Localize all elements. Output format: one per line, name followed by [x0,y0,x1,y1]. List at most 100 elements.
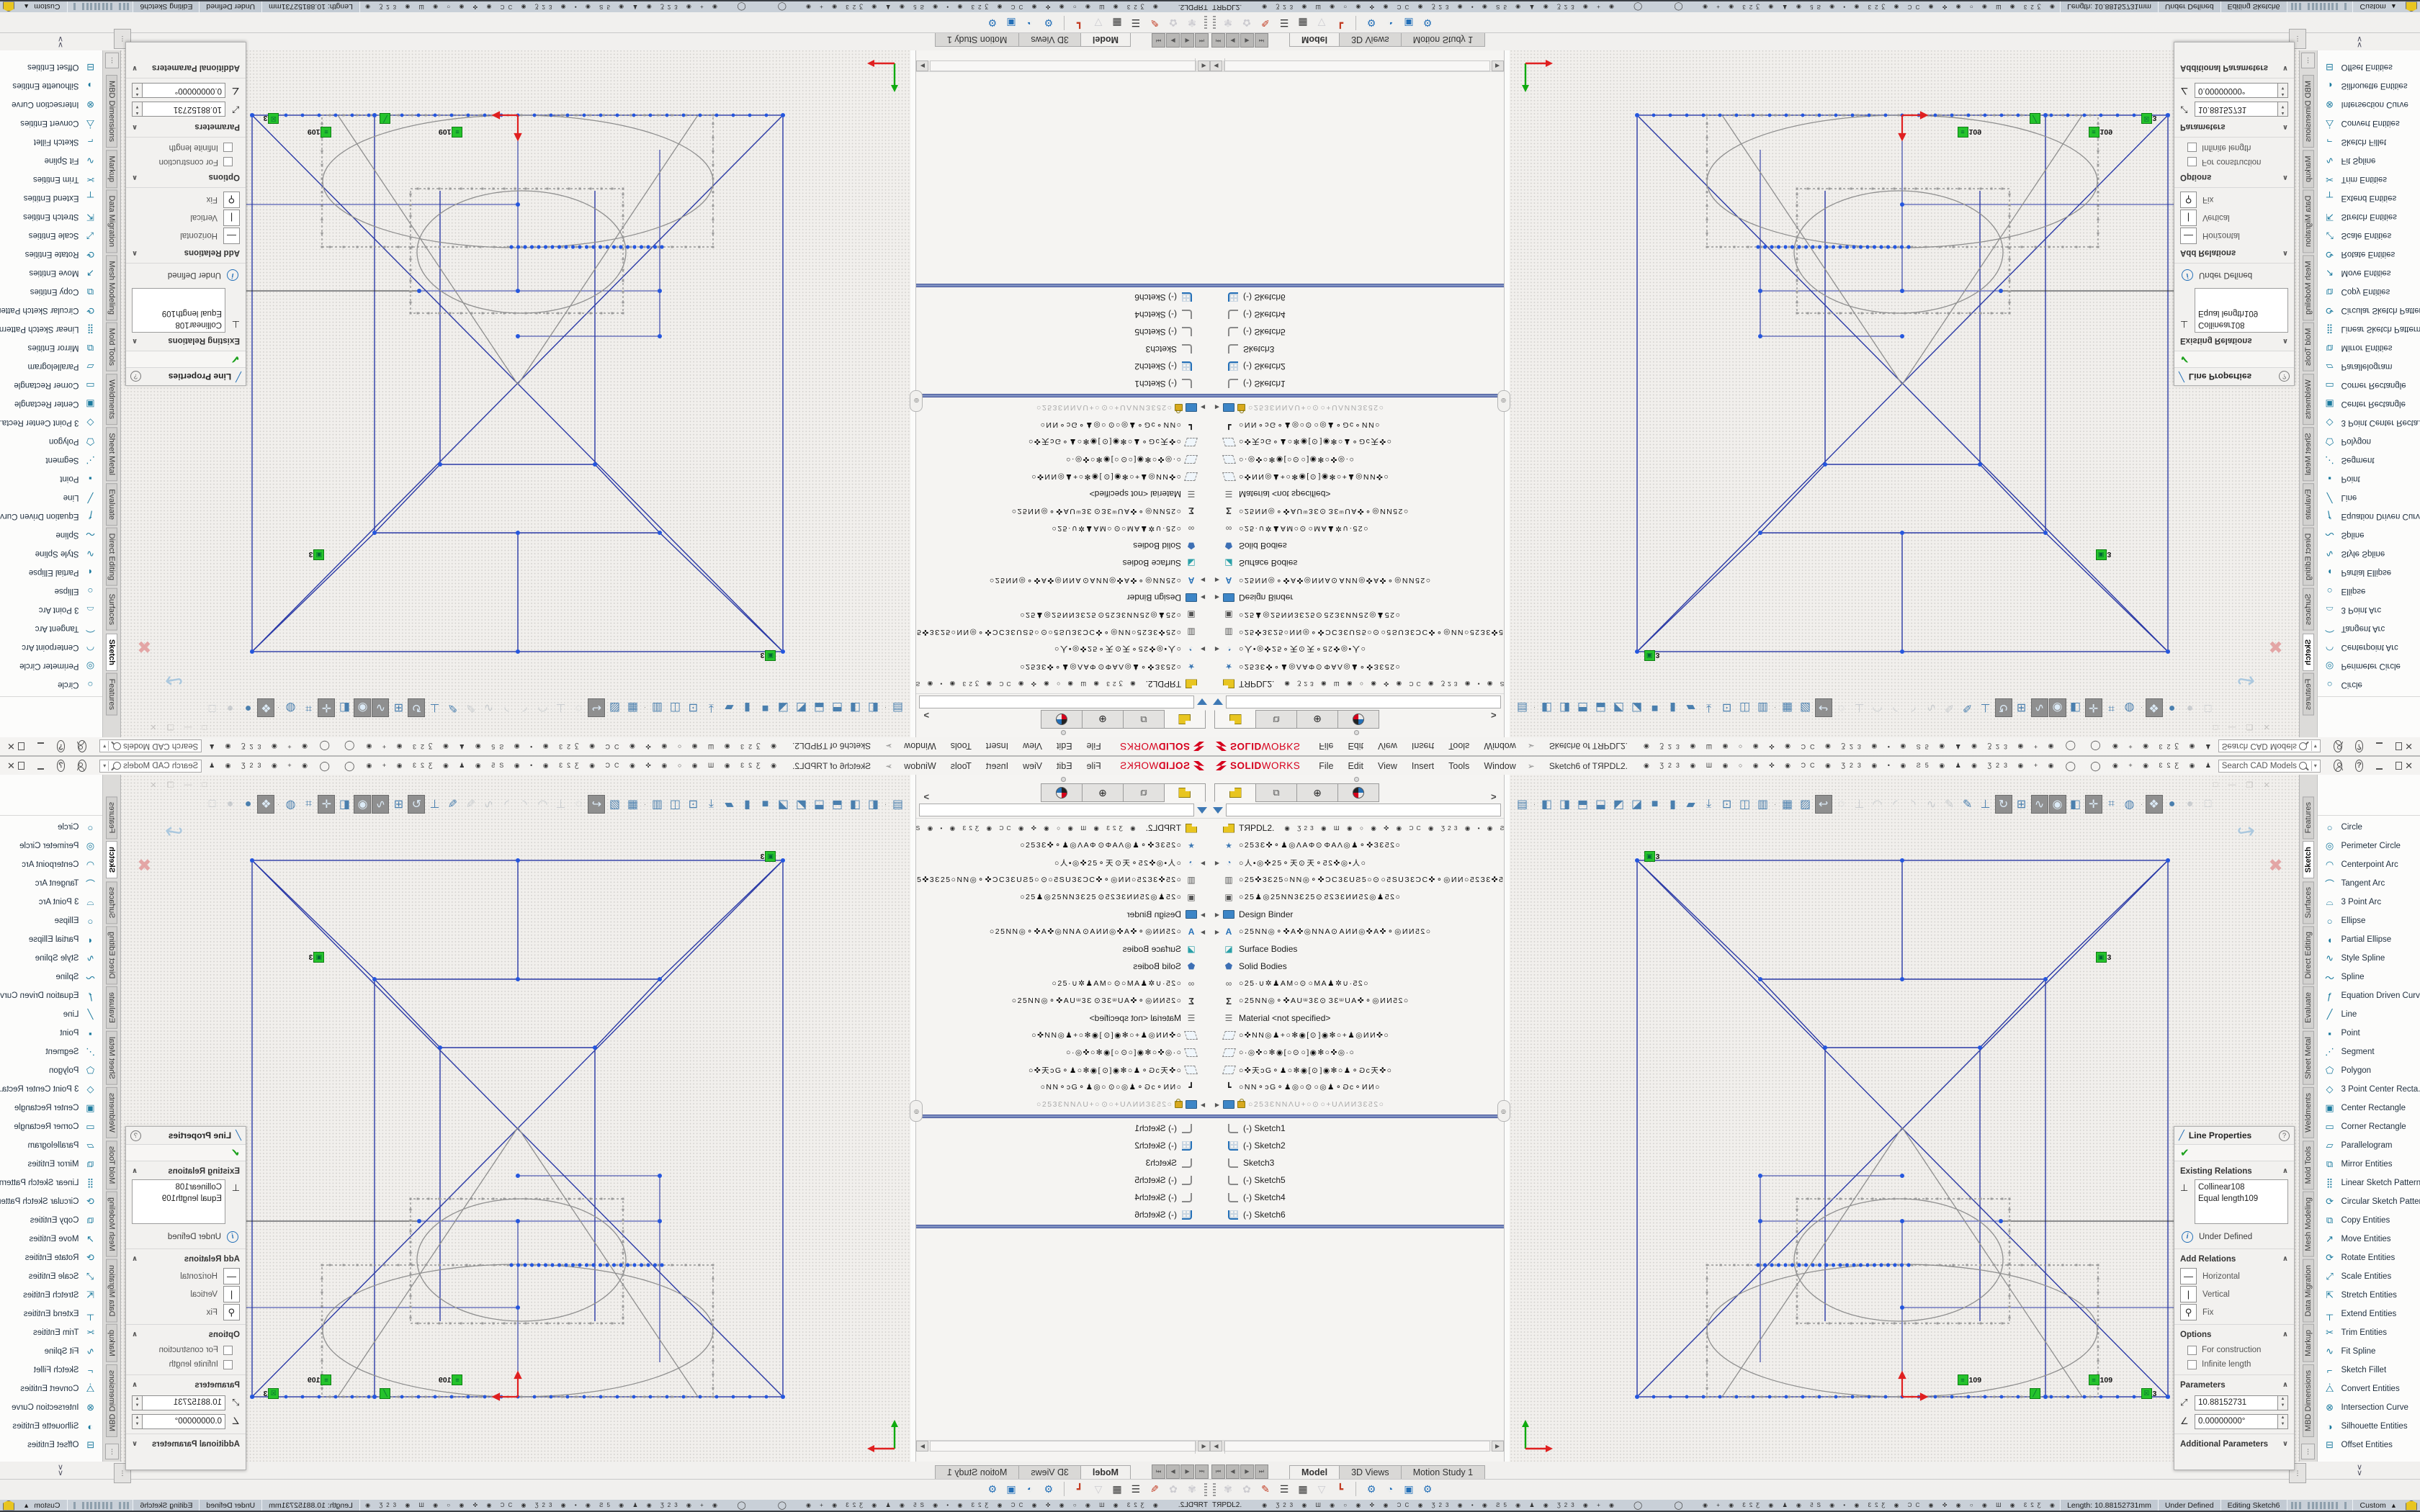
perpendicular-ghost-icon[interactable]: ⊥ [552,795,569,814]
point-tool[interactable]: ▪Point [0,469,102,488]
copy-entities-tool[interactable]: ⧉Copy Entities [0,282,102,301]
display-states-icon[interactable]: ☰ [1275,1483,1294,1495]
constraint-tag[interactable]: ╱ [380,113,390,124]
zebra-stripes-icon[interactable]: ▨ [606,795,623,814]
open-doc-icon[interactable]: ▤ [889,698,906,717]
fit-spline-tool[interactable]: ∿Fit Spline [0,151,102,170]
option-infinite-length[interactable]: Infinite length [2180,140,2288,155]
panel-help-icon[interactable]: ? [2279,372,2290,382]
ellipse-tool[interactable]: ○Ellipse [2318,912,2420,930]
tree-item[interactable]: ○✜天ɔG⚬♟○✻◉[⊙○✜天ɔG⚬♟○✻◉[ [1210,433,1504,451]
constraint-tag[interactable]: =109 [2089,1374,2113,1385]
axes-display-icon[interactable]: ✛ [318,795,335,814]
checkbox[interactable] [2187,1346,2197,1355]
tree-item[interactable]: ★○253Ɛ✜⚬♟◎ΛAΦ⊙○253Ɛ✜⚬♟◎ΛAΦ [1210,837,1504,854]
circular-sketch-pattern-tool[interactable]: ⟳Circular Sketch Pattern [0,1192,102,1211]
pin-icon[interactable]: ➢ [885,742,892,752]
tree-item-material-not-specified-[interactable]: ☰Material <not specified> [916,1009,1210,1027]
save-icon[interactable]: ▦ [624,698,641,717]
tree-item[interactable]: ▣○25♟◎25NN3Ɛ25⊙○25♟◎25NN3Ɛ25 [916,606,1210,624]
dimxpertmanager-tab[interactable] [1337,783,1379,802]
tree-item-sketch6[interactable]: (-) Sketch6 [916,289,1210,306]
tab-markup[interactable]: Markup [106,150,117,188]
fix-relation-button[interactable]: ⚲Fix [2180,1303,2288,1321]
restore-button[interactable] [2396,762,2402,770]
mate-icon[interactable]: ⚙ [1039,17,1058,30]
table-icon[interactable]: ▦ [1294,17,1312,30]
palette-scroll-down-icon[interactable]: ∨∨ [2357,1464,2362,1476]
smart-dimension-icon[interactable]: ✎ [444,698,461,717]
tab-mesh-modeling[interactable]: Mesh Modeling [2303,1192,2314,1257]
ellipse-tool[interactable]: ○Ellipse [2318,582,2420,600]
lofted-boss-icon[interactable]: ⬓ [810,795,828,814]
tab-model[interactable]: Model [1289,1465,1340,1479]
tab-3d-views[interactable]: 3D Views [1018,1465,1081,1479]
spin-up-icon[interactable]: ▲ [133,1396,142,1403]
linear-sketch-pattern-tool[interactable]: ⣿Linear Sketch Pattern [2318,320,2420,338]
offset-entities-tool[interactable]: ⊟Offset Entities [2318,1436,2420,1454]
tab-nav-icon[interactable]: ⏭ [1152,33,1165,48]
menu-window[interactable]: Window [897,742,943,752]
tree-item-sketch3[interactable]: Sketch3 [916,1154,1210,1171]
tree-item-sketch5[interactable]: (-) Sketch5 [1210,323,1504,341]
centerpoint-arc-tool[interactable]: ◠Centerpoint Arc [0,855,102,874]
option-infinite-length[interactable]: Infinite length [132,140,240,155]
extruded-cut-icon[interactable]: ◪ [774,698,792,717]
center-rectangle-tool[interactable]: ▣Center Rectangle [0,1099,102,1117]
partial-ellipse-tool[interactable]: ◖Partial Ellipse [2318,563,2420,582]
scene-cube-icon[interactable]: □ [203,795,220,814]
extruded-cut-icon[interactable]: ◪ [1628,698,1646,717]
axes-display-icon[interactable]: ✛ [2085,698,2102,717]
rollback-bar[interactable] [1210,284,1504,287]
tree-item[interactable]: ▣○25♟◎25NN3Ɛ25⊙○25♟◎25NN3Ɛ25 [1210,888,1504,906]
option-infinite-length[interactable]: Infinite length [132,1357,240,1372]
mate-icon[interactable]: ⚙ [1362,17,1381,30]
segment-tool[interactable]: ⋰Segment [2318,1043,2420,1061]
view-3d-icon[interactable]: ⊞ [390,698,407,717]
panel-help-icon[interactable]: ? [2279,1130,2290,1141]
tab-sketch[interactable]: Sketch [106,841,117,878]
arc-ghost-icon[interactable]: ◝ [498,698,515,717]
render-settings-icon[interactable]: ❖ [2146,795,2163,814]
featuremanager-tree-tab[interactable] [1164,710,1206,729]
status-custom-selector[interactable]: Custom▴ [17,1500,68,1511]
style-spline-tool[interactable]: ∿Style Spline [2318,949,2420,968]
intersection-curve-tool[interactable]: ⊗Intersection Curve [0,95,102,114]
cancel-sketch-icon[interactable]: ✖ [2268,855,2282,876]
expander-icon[interactable]: ▶ [1213,929,1222,935]
mirror-entities-tool[interactable]: ⧉Mirror Entities [2318,338,2420,357]
tree-item[interactable]: ▥○25✜3Ɛ25○NN◎⚬✜ƆC3ƐUƧ5○⊙○25✜3Ɛ25○NN◎⚬✜ƆC… [916,871,1210,888]
cancel-sketch-icon[interactable]: ✖ [137,855,151,876]
fix-relation-button[interactable]: ⚲Fix [132,191,240,209]
convert-entities-tool[interactable]: ⧊Convert Entities [0,1380,102,1398]
constraint-tag[interactable]: =109 [1958,127,1982,138]
constraint-tag[interactable]: ▣3 [1644,650,1660,661]
segment-tool[interactable]: ⋰Segment [2318,451,2420,469]
vertical-relation-button[interactable]: |Vertical [2180,209,2288,227]
tree-item-sketch5[interactable]: (-) Sketch5 [916,323,1210,341]
tree-item-sketch1[interactable]: (-) Sketch1 [916,375,1210,392]
panel-splitter[interactable] [916,775,1210,783]
tab-markup[interactable]: Markup [106,1324,117,1362]
tab-mbd-dimensions[interactable]: MBD Dimensions [106,1364,117,1437]
swept-boss-icon[interactable]: ⬒ [828,698,846,717]
expander-icon[interactable]: ▶ [1213,1102,1222,1108]
parameter-value-field[interactable]: 0.00000000° [142,84,225,99]
history-clock-icon[interactable]: ◔ [1381,1483,1399,1495]
additional-parameters-header[interactable]: Additional Parameters∨ [2174,61,2294,75]
segment-tool[interactable]: ⋰Segment [0,1043,102,1061]
swept-boss-icon[interactable]: ⬒ [1574,795,1592,814]
curvature-view-icon[interactable]: ∿ [372,795,389,814]
constraint-tag[interactable]: ▣3 [761,650,776,661]
menu-file[interactable]: File [1312,742,1340,752]
tree-item-sketch3[interactable]: Sketch3 [1210,1154,1504,1171]
tree-item[interactable]: ★○253Ɛ✜⚬♟◎ΛAΦ⊙○253Ɛ✜⚬♟◎ΛAΦ [916,658,1210,675]
spin-down-icon[interactable]: ▼ [133,103,142,110]
linear-sketch-pattern-tool[interactable]: ⣿Linear Sketch Pattern [0,320,102,338]
vertical-relation-button-icon[interactable]: | [2180,210,2197,226]
additional-parameters-header[interactable]: Additional Parameters∨ [2174,1437,2294,1451]
three-point-center-rectangle-tool[interactable]: ◇3 Point Center Recta... [2318,1080,2420,1099]
trim-entities-tool[interactable]: ✂Trim Entities [2318,1323,2420,1342]
perpendicular-ghost-icon[interactable]: ⊥ [1851,795,1868,814]
menu-tools[interactable]: Tools [944,742,979,752]
